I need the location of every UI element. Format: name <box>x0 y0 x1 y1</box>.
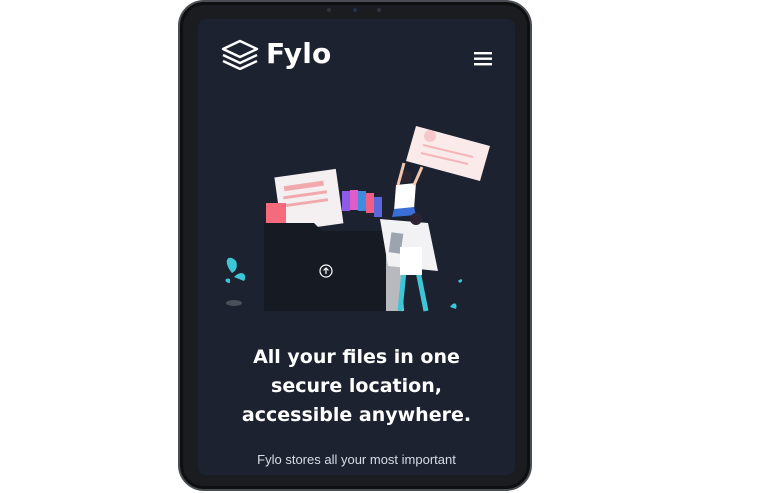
headline-line: All your files in one <box>253 346 460 368</box>
stacked-layers-icon <box>221 39 259 70</box>
sensor-dot <box>377 8 381 12</box>
person-on-folder <box>392 162 424 217</box>
brand-name: Fylo <box>266 37 332 70</box>
papers-stack <box>266 168 382 232</box>
headline-line: secure location, <box>271 375 442 397</box>
brand-logo[interactable]: Fylo <box>220 37 331 70</box>
camera-bar <box>315 7 395 13</box>
tablet-screen: Fylo All your files in one secure locati… <box>198 19 515 475</box>
hero-headline: All your files in one secure location, a… <box>198 343 515 430</box>
site-header: Fylo <box>198 19 515 89</box>
plant-decoration <box>225 257 246 306</box>
page-background: Fylo All your files in one secure locati… <box>0 0 759 493</box>
leaf-decoration <box>450 279 463 309</box>
sensor-dot <box>327 8 331 12</box>
headline-line: accessible anywhere. <box>241 404 472 426</box>
hero-description: Fylo stores all your most important <box>257 452 456 467</box>
tablet-frame: Fylo All your files in one secure locati… <box>178 0 532 491</box>
hamburger-menu-icon[interactable] <box>474 51 494 67</box>
camera-icon <box>353 8 357 12</box>
file-folder-illustration <box>225 126 490 312</box>
